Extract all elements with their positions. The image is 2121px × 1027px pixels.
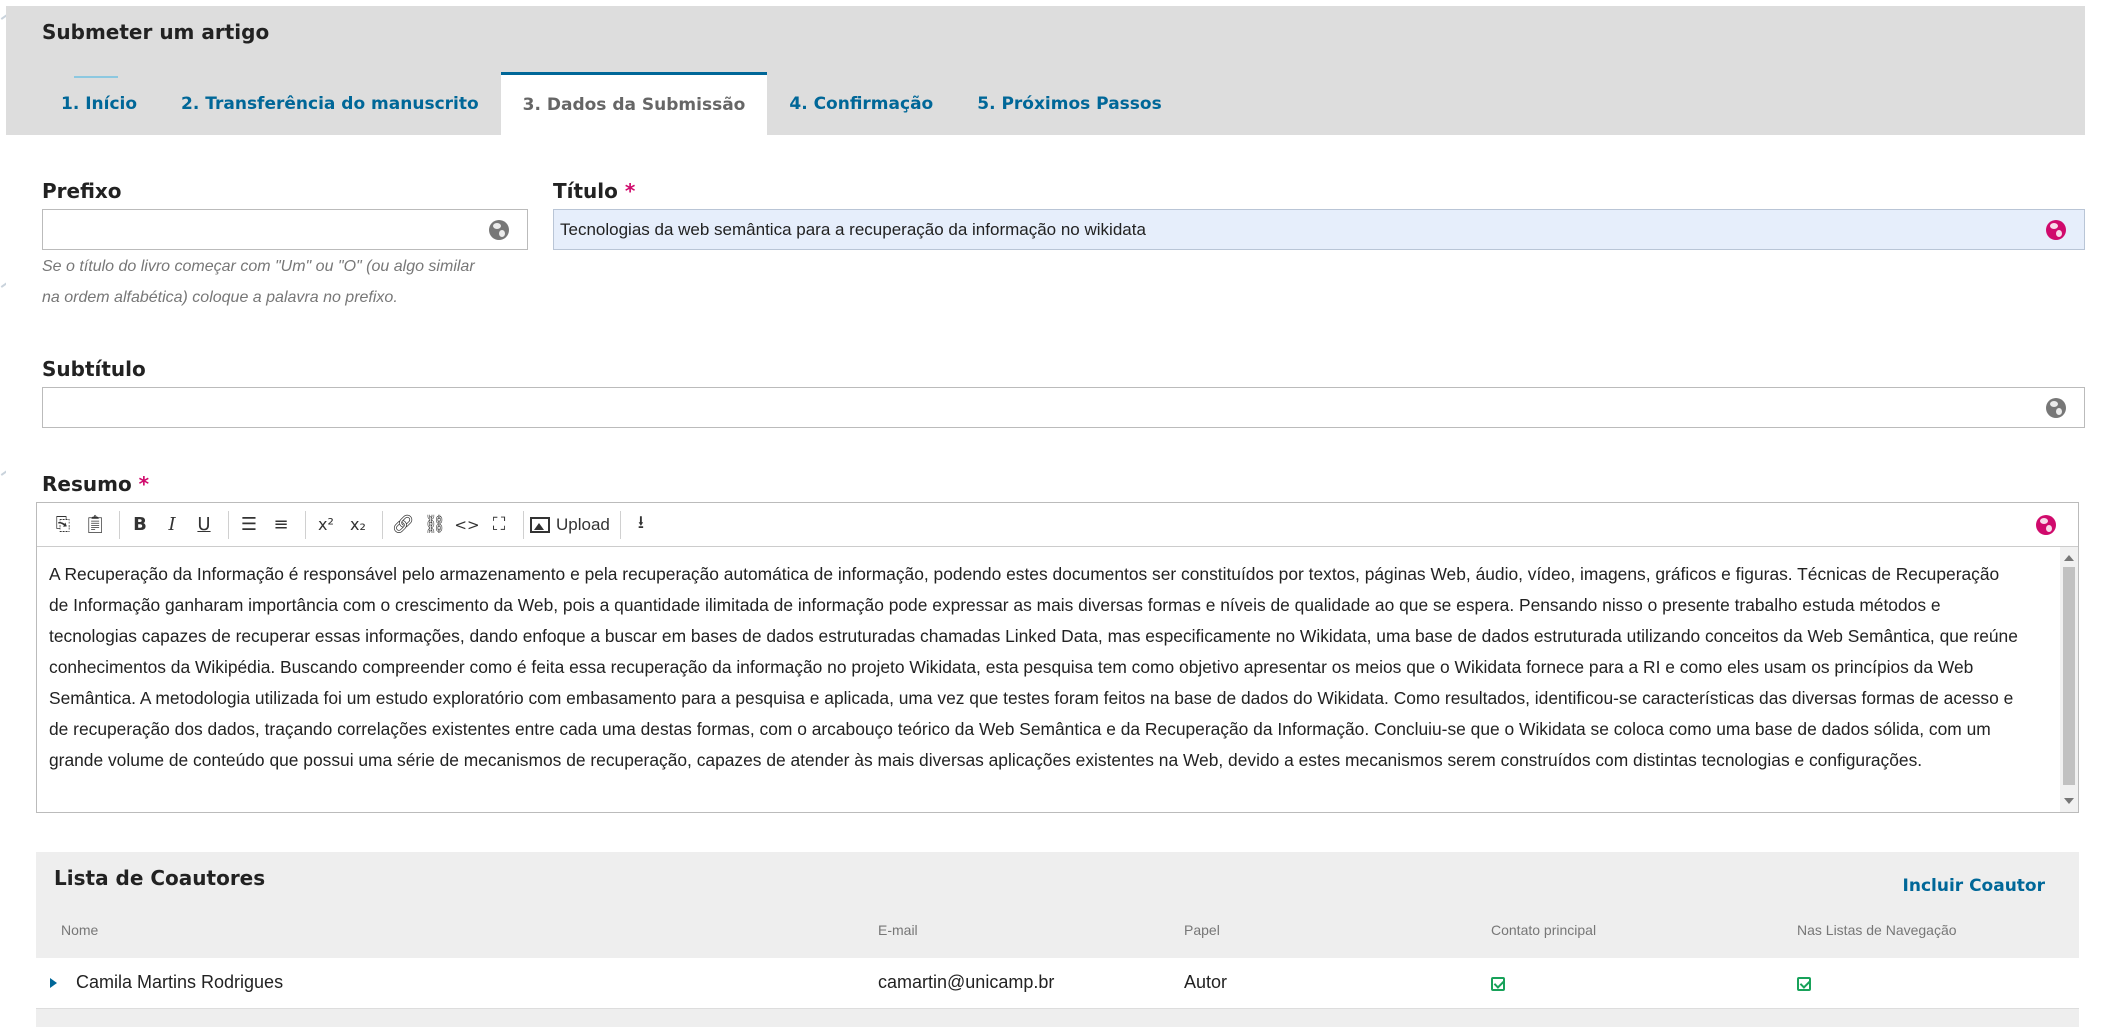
add-coauthor-button[interactable]: Incluir Coautor	[1903, 876, 2045, 896]
browse-lists-check-icon	[1797, 977, 1811, 991]
prefix-field[interactable]	[42, 209, 528, 250]
toolbar-separator	[228, 510, 229, 539]
upload-label: Upload	[556, 514, 610, 534]
fullscreen-icon[interactable]: ⛶	[485, 510, 513, 540]
copy-icon[interactable]: ⎘	[49, 510, 77, 540]
abstract-label: Resumo *	[42, 472, 150, 496]
coauthor-role: Autor	[1184, 972, 1228, 992]
prefix-label: Prefixo	[42, 179, 122, 203]
coauthor-email: camartin@unicamp.br	[878, 972, 1055, 992]
tab-upload-manuscript[interactable]: 2. Transferência do manuscrito	[159, 72, 501, 135]
scroll-up-arrow-icon[interactable]	[2064, 555, 2074, 561]
globe-icon[interactable]	[2046, 398, 2066, 418]
expand-caret-icon[interactable]	[50, 978, 57, 988]
superscript-icon[interactable]: x²	[312, 510, 340, 540]
abstract-editor: ⎘ 📋︎ B I U ☰ ≡ x² x₂ 🔗︎ ⛓ <> ⛶ Upload ⭳ …	[36, 502, 2079, 813]
upload-file-icon[interactable]: ⭳	[627, 510, 655, 540]
required-mark: *	[138, 472, 150, 496]
italic-icon[interactable]: I	[158, 510, 186, 540]
column-header-email: E-mail	[878, 922, 918, 938]
image-icon	[530, 516, 550, 533]
toolbar-separator	[119, 510, 120, 539]
title-input[interactable]	[554, 210, 2084, 249]
column-header-name: Nome	[61, 922, 99, 938]
subtitle-label: Subtítulo	[42, 357, 146, 381]
column-header-role: Papel	[1184, 922, 1220, 938]
primary-contact-check-icon	[1491, 977, 1505, 991]
title-field[interactable]	[553, 209, 2085, 250]
required-mark: *	[624, 179, 636, 203]
link-icon[interactable]: 🔗︎	[389, 510, 417, 540]
editor-scrollbar[interactable]	[2060, 547, 2078, 812]
page-title: Submeter um artigo	[42, 20, 270, 44]
wizard-tabs: 1. Início 2. Transferência do manuscrito…	[6, 72, 1184, 135]
upload-image-button[interactable]: Upload	[530, 510, 610, 540]
editor-toolbar: ⎘ 📋︎ B I U ☰ ≡ x² x₂ 🔗︎ ⛓ <> ⛶ Upload ⭳	[37, 503, 2078, 547]
tab-confirmation[interactable]: 4. Confirmação	[767, 72, 955, 135]
wizard-header: Submeter um artigo 1. Início 2. Transfer…	[6, 6, 2085, 135]
coauthors-title: Lista de Coautores	[54, 866, 266, 890]
bullet-list-icon[interactable]: ☰	[235, 510, 263, 540]
numbered-list-icon[interactable]: ≡	[267, 510, 295, 540]
column-header-browse-lists: Nas Listas de Navegação	[1797, 922, 1957, 938]
subtitle-input[interactable]	[43, 388, 2084, 427]
globe-icon[interactable]	[489, 220, 509, 240]
title-label: Título *	[553, 179, 636, 203]
table-row: Camila Martins Rodrigues camartin@unicam…	[36, 958, 2079, 1009]
scroll-thumb[interactable]	[2063, 567, 2075, 785]
bold-icon[interactable]: B	[126, 510, 154, 540]
column-header-primary-contact: Contato principal	[1491, 922, 1597, 938]
coauthor-name: Camila Martins Rodrigues	[76, 972, 284, 992]
scroll-down-arrow-icon[interactable]	[2064, 798, 2074, 804]
toolbar-separator	[523, 510, 524, 539]
prefix-input[interactable]	[43, 210, 527, 249]
coauthors-panel: Lista de Coautores Incluir Coautor Nome …	[36, 852, 2079, 1027]
unlink-icon[interactable]: ⛓	[421, 510, 449, 540]
tab-next-steps[interactable]: 5. Próximos Passos	[955, 72, 1183, 135]
paste-icon[interactable]: 📋︎	[81, 510, 109, 540]
tab-submission-data[interactable]: 3. Dados da Submissão	[500, 72, 768, 135]
tab-start[interactable]: 1. Início	[6, 72, 159, 135]
subtitle-field[interactable]	[42, 387, 2085, 428]
globe-icon[interactable]	[2036, 515, 2056, 535]
toolbar-separator	[305, 510, 306, 539]
subscript-icon[interactable]: x₂	[344, 510, 372, 540]
toolbar-separator	[382, 510, 383, 539]
toolbar-separator	[619, 510, 621, 539]
abstract-textarea[interactable]: A Recuperação da Informação é responsáve…	[37, 547, 2078, 812]
code-icon[interactable]: <>	[453, 510, 481, 540]
prefix-help-text: Se o título do livro começar com "Um" ou…	[42, 258, 475, 306]
underline-icon[interactable]: U	[190, 510, 218, 540]
globe-icon[interactable]	[2046, 220, 2066, 240]
